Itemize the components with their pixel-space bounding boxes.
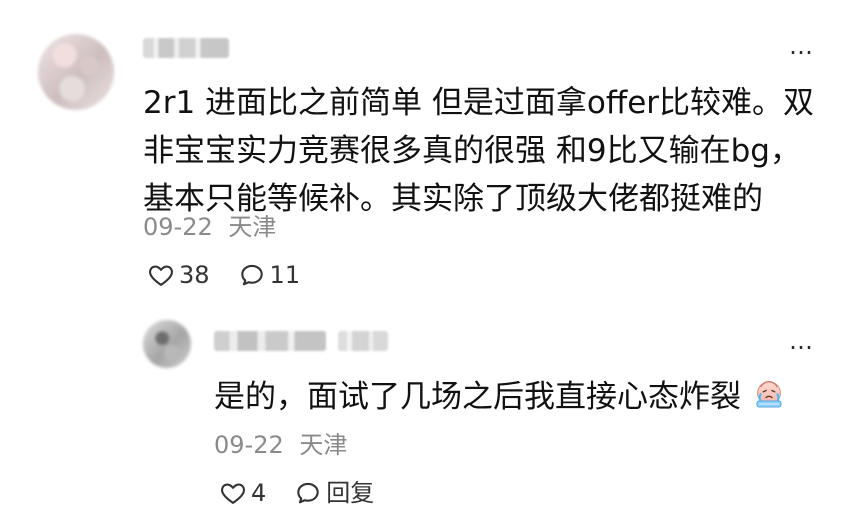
reply-text-content: 是的，面试了几场之后我直接心态炸裂 [214,379,741,415]
reply-meta: 09-22 天津 [214,430,347,460]
more-options-button[interactable]: … [785,34,819,58]
reply-button[interactable]: 回复 [294,479,374,507]
speech-bubble-outline-icon [240,264,263,286]
reply-like-button[interactable]: 4 [219,479,266,507]
heart-outline-icon [149,265,173,286]
crying-emoji-icon [756,381,782,408]
reply-text: 是的，面试了几场之后我直接心态炸裂 [214,376,786,418]
comment-button[interactable]: 11 [238,261,301,289]
reply-author-name-blurred[interactable] [214,331,326,351]
comment-text: 2r1 进面比之前简单 但是过面拿offer比较难。双非宝宝实力竞赛很多真的很强… [143,85,815,217]
reply-more-options-button[interactable]: … [785,329,819,353]
reply-label: 回复 [326,479,375,507]
avatar[interactable] [38,34,114,110]
reply-date: 09-22 [214,431,284,459]
like-button[interactable]: 38 [147,261,210,289]
reply-like-count: 4 [251,479,267,507]
speech-bubble-outline-icon [297,482,320,504]
reply-location: 天津 [299,431,348,459]
heart-outline-icon [221,483,245,504]
reply-avatar[interactable] [143,320,191,368]
like-count: 38 [179,261,210,289]
author-name-blurred[interactable] [143,38,229,58]
comment-location: 天津 [228,213,277,241]
comment-actions: 38 11 [147,261,300,289]
comment-date: 09-22 [143,213,213,241]
comment-count: 11 [269,261,301,289]
comment-meta: 09-22 天津 [143,212,276,242]
comment-thread: … 2r1 进面比之前简单 但是过面拿offer比较难。双非宝宝实力竞赛很多真的… [0,0,845,310]
reply-actions: 4 回复 [219,479,374,507]
reply-author-badge-blurred [338,331,388,351]
